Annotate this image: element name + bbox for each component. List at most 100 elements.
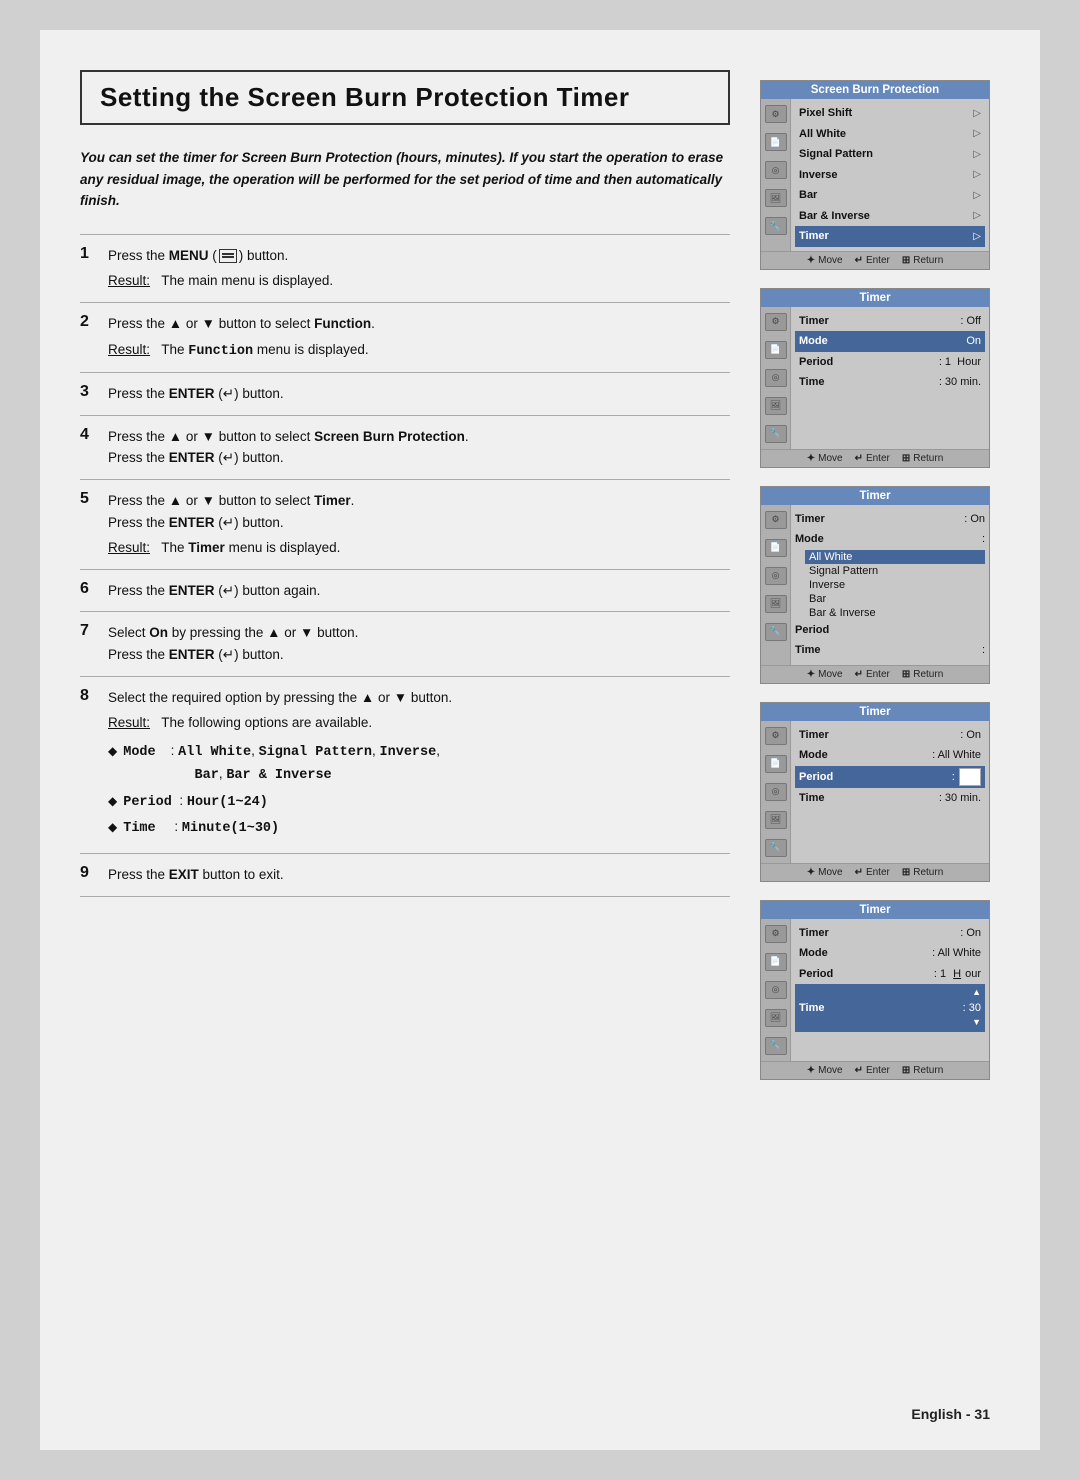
panel1-icons: ⚙ 📄 ◎ 🖼 🔧 bbox=[761, 99, 791, 251]
step-2-content: Press the ▲ or ▼ button to select Functi… bbox=[108, 302, 730, 372]
panel1-icon2: 📄 bbox=[765, 133, 787, 151]
panel1-icon5: 🔧 bbox=[765, 217, 787, 235]
step-7-content: Select On by pressing the ▲ or ▼ button.… bbox=[108, 612, 730, 676]
panel2-body: ⚙ 📄 ◎ 🖼 🔧 Timer : Off Mode On bbox=[761, 307, 989, 449]
title-box: Setting the Screen Burn Protection Timer bbox=[80, 70, 730, 125]
step-8-number: 8 bbox=[80, 676, 108, 854]
panel4-icons: ⚙ 📄 ◎ 🖼 🔧 bbox=[761, 721, 791, 863]
step-1-content: Press the MENU () button. Result: The ma… bbox=[108, 234, 730, 302]
step-3: 3 Press the ENTER (↵) button. bbox=[80, 373, 730, 416]
panel5-row-mode: Mode : All White bbox=[799, 943, 981, 964]
panel1-row-timer: Timer ▷ bbox=[795, 226, 985, 247]
panel5-body: ⚙ 📄 ◎ 🖼 🔧 Timer : On Mode : All White bbox=[761, 919, 989, 1061]
panel5-row-period: Period : 1 Hour bbox=[799, 964, 981, 985]
page-title: Setting the Screen Burn Protection Timer bbox=[100, 82, 630, 112]
panel4-body: ⚙ 📄 ◎ 🖼 🔧 Timer : On Mode : All White bbox=[761, 721, 989, 863]
panel1-title: Screen Burn Protection bbox=[761, 81, 989, 99]
panel4-title: Timer bbox=[761, 703, 989, 721]
panel3-icon2: 📄 bbox=[765, 539, 787, 557]
step-4-content: Press the ▲ or ▼ button to select Screen… bbox=[108, 415, 730, 479]
panel4-icon4: 🖼 bbox=[765, 811, 787, 829]
panel2-title: Timer bbox=[761, 289, 989, 307]
step-7-number: 7 bbox=[80, 612, 108, 676]
page: Setting the Screen Burn Protection Timer… bbox=[40, 30, 1040, 1450]
option-period: ◆Period : Hour(1~24) bbox=[108, 790, 730, 814]
panel1-rows: Pixel Shift ▷ All White ▷ Signal Pattern… bbox=[791, 99, 989, 251]
mode-dropdown: All White Signal Pattern Inverse Bar Bar… bbox=[805, 550, 985, 620]
panel4-icon1: ⚙ bbox=[765, 727, 787, 745]
step-8-content: Select the required option by pressing t… bbox=[108, 676, 730, 854]
panel-screen-burn: Screen Burn Protection ⚙ 📄 ◎ 🖼 🔧 Pixel S… bbox=[760, 80, 990, 270]
panel-timer-3: Timer ⚙ 📄 ◎ 🖼 🔧 Timer : On Mode bbox=[760, 702, 990, 882]
dropdown-signal-pattern: Signal Pattern bbox=[805, 564, 985, 578]
panel1-row-pixel-shift: Pixel Shift ▷ bbox=[799, 103, 981, 124]
page-footer: English - 31 bbox=[911, 1406, 990, 1422]
panel4-row-time: Time : 30 min. bbox=[799, 788, 981, 809]
panel5-footer: ✦ Move ↵ Enter ⊞ Return bbox=[761, 1061, 989, 1079]
dropdown-bar: Bar bbox=[805, 592, 985, 606]
panel1-icon4: 🖼 bbox=[765, 189, 787, 207]
panel1-row-bar-inverse: Bar & Inverse ▷ bbox=[799, 206, 981, 227]
panel1-row-bar: Bar ▷ bbox=[799, 185, 981, 206]
panel1-icon1: ⚙ bbox=[765, 105, 787, 123]
step-2-number: 2 bbox=[80, 302, 108, 372]
panel4-rows: Timer : On Mode : All White Period : 01 … bbox=[791, 721, 989, 863]
panel5-icon5: 🔧 bbox=[765, 1037, 787, 1055]
panel2-footer: ✦ Move ↵ Enter ⊞ Return bbox=[761, 449, 989, 467]
panel1-icon3: ◎ bbox=[765, 161, 787, 179]
panel3-footer: ✦ Move ↵ Enter ⊞ Return bbox=[761, 665, 989, 683]
panel4-row-mode: Mode : All White bbox=[799, 745, 981, 766]
panel3-row-time: Time : bbox=[795, 640, 985, 661]
panel3-row-mode: Mode : bbox=[795, 529, 985, 550]
intro-paragraph: You can set the timer for Screen Burn Pr… bbox=[80, 147, 730, 212]
panel2-rows: Timer : Off Mode On Period : 1 Hour Time… bbox=[791, 307, 989, 449]
panel3-title: Timer bbox=[761, 487, 989, 505]
panel4-row-timer: Timer : On bbox=[799, 725, 981, 746]
options-list: ◆Mode : All White, Signal Pattern, Inver… bbox=[108, 740, 730, 840]
panel3-icon1: ⚙ bbox=[765, 511, 787, 529]
panel1-row-signal-pattern: Signal Pattern ▷ bbox=[799, 144, 981, 165]
panel2-row-period: Period : 1 Hour bbox=[799, 352, 981, 373]
panel4-footer: ✦ Move ↵ Enter ⊞ Return bbox=[761, 863, 989, 881]
dropdown-all-white: All White bbox=[805, 550, 985, 564]
panel5-row-timer: Timer : On bbox=[799, 923, 981, 944]
panel-timer-1: Timer ⚙ 📄 ◎ 🖼 🔧 Timer : Off Mode bbox=[760, 288, 990, 468]
step-9-number: 9 bbox=[80, 854, 108, 897]
left-column: Setting the Screen Burn Protection Timer… bbox=[80, 70, 740, 1410]
step-8: 8 Select the required option by pressing… bbox=[80, 676, 730, 854]
step-1-number: 1 bbox=[80, 234, 108, 302]
panel1-row-all-white: All White ▷ bbox=[799, 124, 981, 145]
dropdown-inverse: Inverse bbox=[805, 578, 985, 592]
panel2-icon1: ⚙ bbox=[765, 313, 787, 331]
panel5-icon1: ⚙ bbox=[765, 925, 787, 943]
panel5-row-time: Time ▲ : 30 ▼ bbox=[795, 984, 985, 1032]
panel3-icon5: 🔧 bbox=[765, 623, 787, 641]
step-7: 7 Select On by pressing the ▲ or ▼ butto… bbox=[80, 612, 730, 676]
panel2-row-timer: Timer : Off bbox=[799, 311, 981, 332]
panel2-icon5: 🔧 bbox=[765, 425, 787, 443]
panel3-icon3: ◎ bbox=[765, 567, 787, 585]
panel4-icon5: 🔧 bbox=[765, 839, 787, 857]
panel4-row-period: Period : 01 bbox=[795, 766, 985, 789]
panel2-row-time: Time : 30 min. bbox=[799, 372, 981, 393]
panel5-icon4: 🖼 bbox=[765, 1009, 787, 1027]
panel2-row-mode: Mode On bbox=[795, 331, 985, 352]
panel3-row-period: Period bbox=[795, 620, 985, 641]
panel3-icons: ⚙ 📄 ◎ 🖼 🔧 bbox=[761, 505, 791, 665]
option-time: ◆Time : Minute(1~30) bbox=[108, 816, 730, 840]
panel2-icon2: 📄 bbox=[765, 341, 787, 359]
panel1-row-inverse: Inverse ▷ bbox=[799, 165, 981, 186]
step-9: 9 Press the EXIT button to exit. bbox=[80, 854, 730, 897]
step-6-content: Press the ENTER (↵) button again. bbox=[108, 569, 730, 612]
step-3-content: Press the ENTER (↵) button. bbox=[108, 373, 730, 416]
panel1-body: ⚙ 📄 ◎ 🖼 🔧 Pixel Shift ▷ All White ▷ bbox=[761, 99, 989, 251]
panel5-icon3: ◎ bbox=[765, 981, 787, 999]
panel3-icon4: 🖼 bbox=[765, 595, 787, 613]
menu-icon bbox=[219, 249, 237, 263]
step-4: 4 Press the ▲ or ▼ button to select Scre… bbox=[80, 415, 730, 479]
dropdown-bar-inverse: Bar & Inverse bbox=[805, 606, 985, 620]
panel3-rows: Timer : On Mode : All White Signal Patte… bbox=[791, 505, 989, 665]
period-value-box: 01 bbox=[959, 768, 981, 787]
step-1: 1 Press the MENU () button. Result: The … bbox=[80, 234, 730, 302]
panel2-icons: ⚙ 📄 ◎ 🖼 🔧 bbox=[761, 307, 791, 449]
